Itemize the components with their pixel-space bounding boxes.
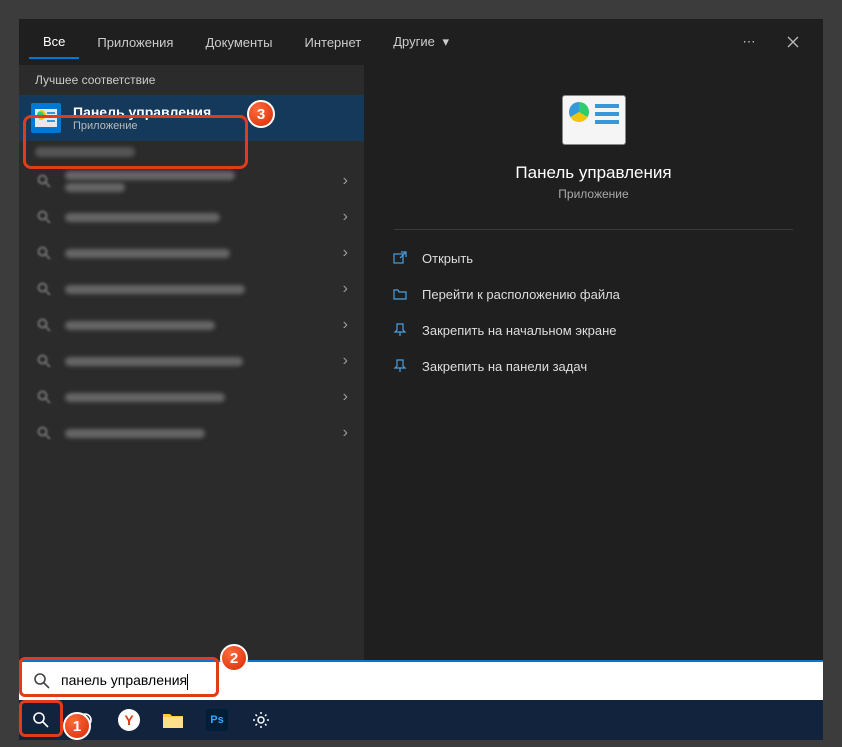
web-result[interactable]: › (19, 271, 364, 307)
separator (394, 229, 793, 230)
web-result[interactable]: › (19, 415, 364, 451)
search-icon (35, 316, 53, 334)
tab-more[interactable]: Другие ▾ (379, 26, 463, 58)
chevron-right-icon: › (343, 280, 348, 298)
search-icon (35, 244, 53, 262)
search-bar[interactable]: панель управления (19, 660, 823, 700)
web-search-header (19, 141, 364, 163)
chevron-right-icon: › (343, 172, 348, 190)
action-label: Закрепить на начальном экране (422, 323, 617, 338)
best-match-header: Лучшее соответствие (19, 65, 364, 95)
close-icon (787, 36, 799, 48)
search-icon (35, 172, 53, 190)
search-icon (35, 388, 53, 406)
search-input[interactable]: панель управления (61, 672, 809, 689)
action-pin-start[interactable]: Закрепить на начальном экране (384, 312, 803, 348)
control-panel-icon (31, 103, 61, 133)
control-panel-large-icon (562, 95, 626, 145)
result-control-panel[interactable]: Панель управления Приложение (19, 95, 364, 141)
action-label: Открыть (422, 251, 473, 266)
search-icon (35, 280, 53, 298)
search-icon (35, 352, 53, 370)
web-result[interactable]: › (19, 343, 364, 379)
chevron-right-icon: › (343, 388, 348, 406)
tab-documents[interactable]: Документы (191, 27, 286, 58)
web-result[interactable]: › (19, 163, 364, 199)
open-icon (392, 250, 408, 266)
chevron-right-icon: › (343, 316, 348, 334)
web-result[interactable]: › (19, 379, 364, 415)
action-open[interactable]: Открыть (384, 240, 803, 276)
taskbar-explorer-button[interactable] (151, 700, 195, 740)
taskbar: Y Ps (19, 700, 823, 740)
ellipsis-button[interactable]: ⋯ (729, 22, 769, 62)
taskbar-cortana-button[interactable] (63, 700, 107, 740)
tab-all[interactable]: Все (29, 26, 79, 59)
search-icon (35, 208, 53, 226)
close-button[interactable] (773, 22, 813, 62)
gear-icon (252, 711, 270, 729)
pin-icon (392, 322, 408, 338)
tab-apps[interactable]: Приложения (83, 27, 187, 58)
taskbar-settings-button[interactable] (239, 700, 283, 740)
search-icon (35, 424, 53, 442)
preview-subtitle: Приложение (558, 187, 628, 201)
chevron-right-icon: › (343, 244, 348, 262)
action-label: Закрепить на панели задач (422, 359, 587, 374)
web-result[interactable]: › (19, 307, 364, 343)
tab-more-label: Другие (393, 34, 435, 49)
action-file-location[interactable]: Перейти к расположению файла (384, 276, 803, 312)
pin-taskbar-icon (392, 358, 408, 374)
results-panel: Лучшее соответствие Панель управления Пр… (19, 65, 364, 700)
web-result[interactable]: › (19, 199, 364, 235)
chevron-right-icon: › (343, 208, 348, 226)
taskbar-search-button[interactable] (19, 700, 63, 740)
chevron-down-icon: ▾ (442, 34, 449, 49)
result-title: Панель управления (73, 104, 352, 120)
chevron-right-icon: › (343, 352, 348, 370)
search-input-text: панель управления (61, 672, 187, 688)
search-topbar: Все Приложения Документы Интернет Другие… (19, 19, 823, 65)
preview-panel: Панель управления Приложение Открыть Пер… (364, 65, 823, 700)
chevron-right-icon: › (343, 424, 348, 442)
tab-internet[interactable]: Интернет (290, 27, 375, 58)
text-cursor (187, 674, 188, 690)
web-result[interactable]: › (19, 235, 364, 271)
folder-icon (392, 286, 408, 302)
action-pin-taskbar[interactable]: Закрепить на панели задач (384, 348, 803, 384)
preview-title: Панель управления (515, 163, 671, 183)
taskbar-photoshop-button[interactable]: Ps (195, 700, 239, 740)
search-icon (33, 672, 51, 690)
search-window: Все Приложения Документы Интернет Другие… (19, 19, 823, 700)
taskbar-yandex-button[interactable]: Y (107, 700, 151, 740)
result-subtitle: Приложение (73, 120, 352, 132)
action-label: Перейти к расположению файла (422, 287, 620, 302)
